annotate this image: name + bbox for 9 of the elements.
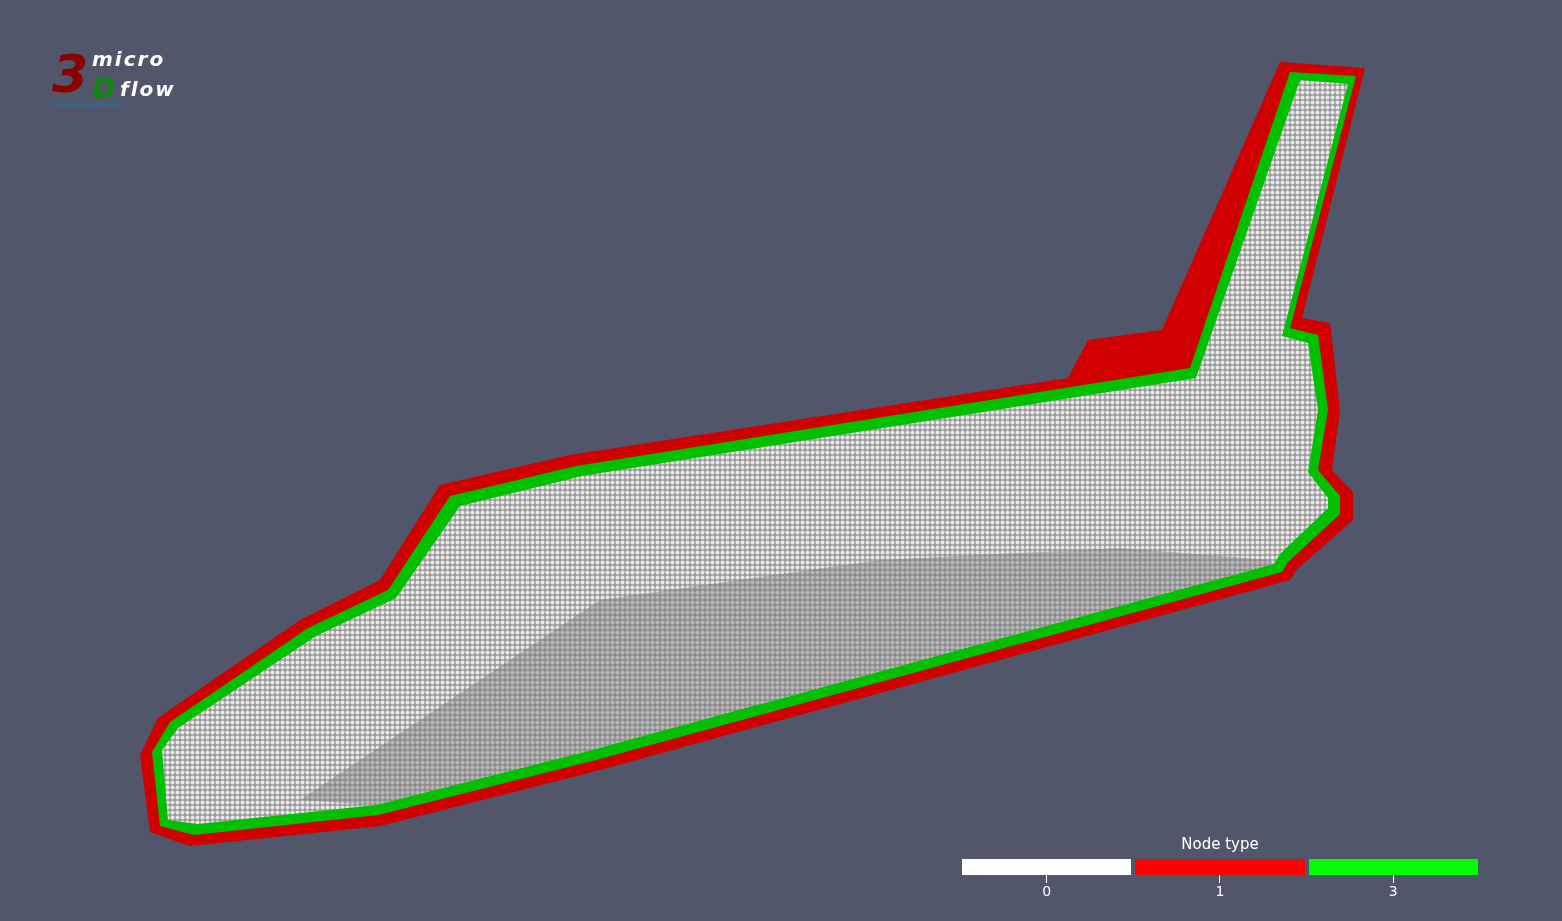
legend-label: 3	[1388, 883, 1398, 899]
legend-label: 1	[1215, 883, 1225, 899]
logo-underline	[52, 103, 122, 106]
logo-letter: D	[92, 75, 116, 103]
legend-title: Node type	[1181, 835, 1259, 853]
legend-label: 0	[1042, 883, 1052, 899]
logo-word: flow	[120, 76, 176, 102]
logo-word: micro	[92, 46, 166, 72]
logo-digit: 3	[52, 48, 89, 100]
